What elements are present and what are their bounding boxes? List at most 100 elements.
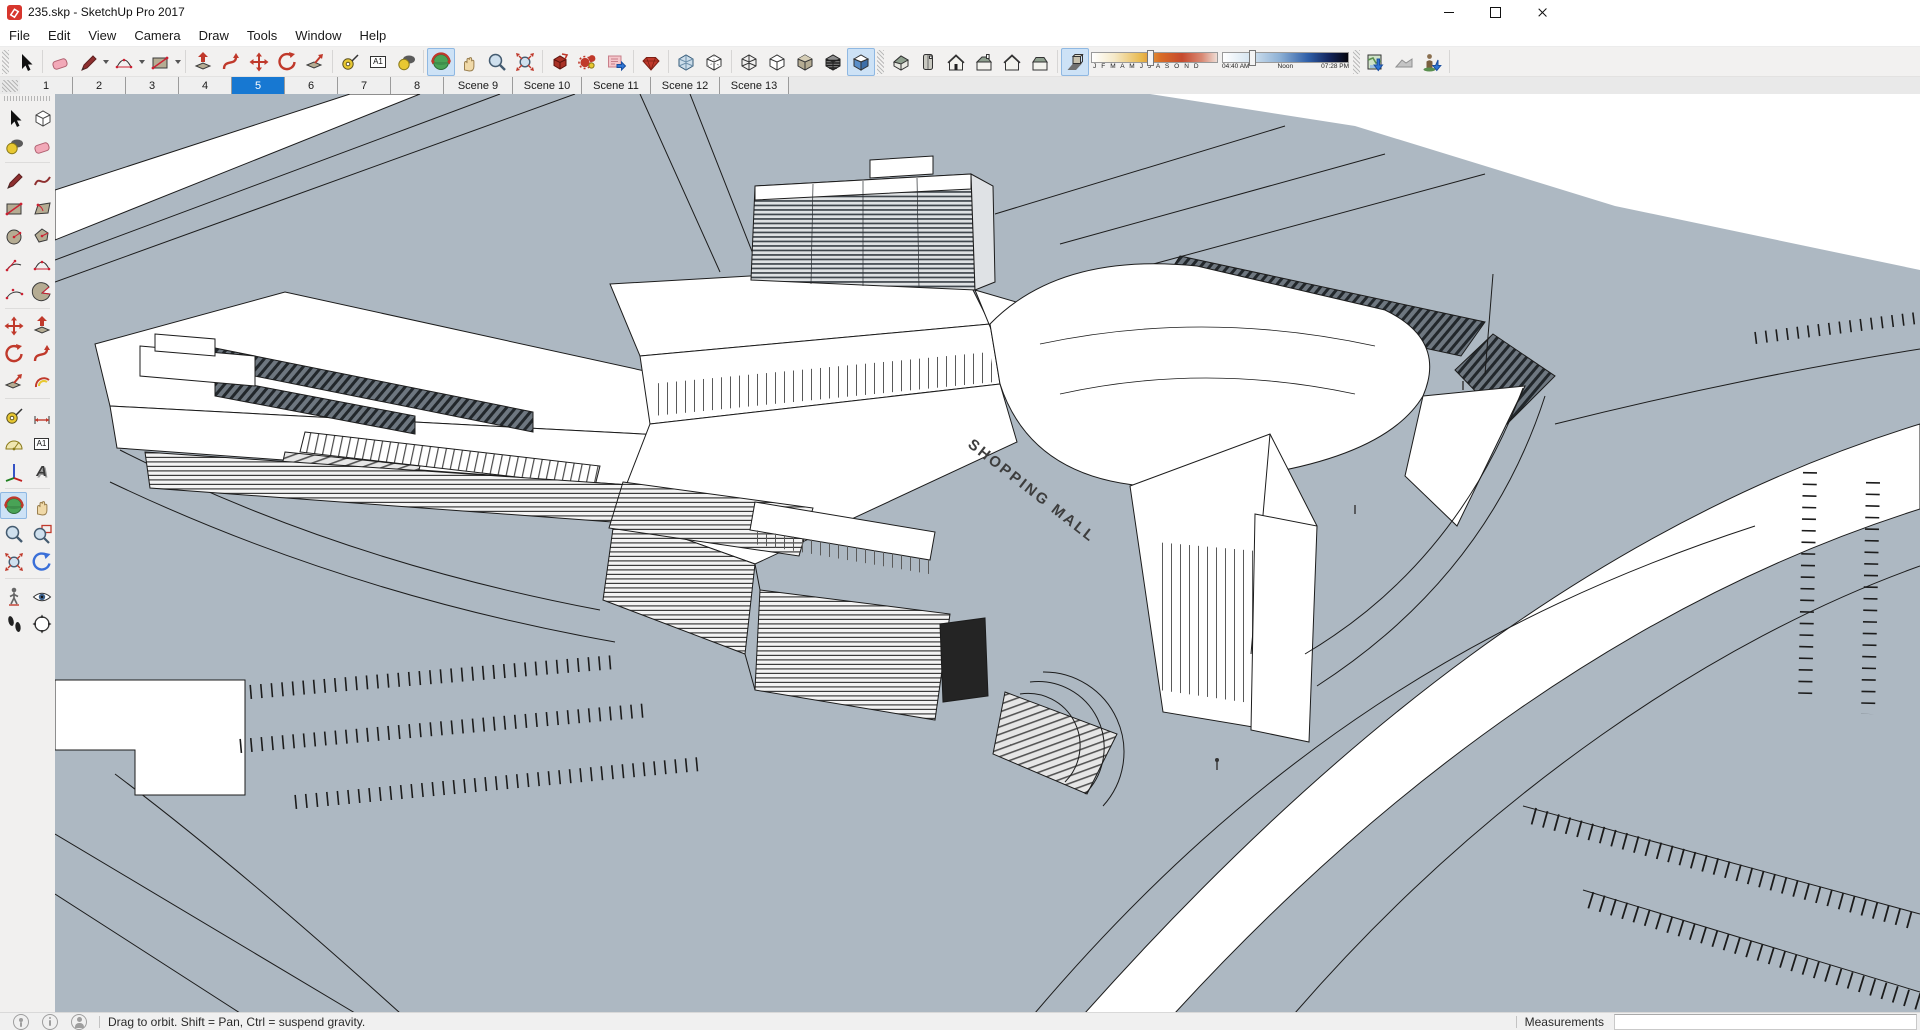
scene-tab-1[interactable]: 1 xyxy=(20,77,73,95)
orbit-tool-button[interactable] xyxy=(427,47,455,76)
scale-tool[interactable] xyxy=(0,368,27,395)
make-component-tool[interactable] xyxy=(28,104,55,131)
maximize-button[interactable] xyxy=(1472,0,1519,24)
shadow-time-handle[interactable] xyxy=(1249,50,1257,66)
monochrome-style-button[interactable] xyxy=(847,47,875,76)
paint-bucket-tool-button[interactable] xyxy=(392,48,420,76)
back-edges-style-button[interactable] xyxy=(700,48,728,76)
right-view-button[interactable] xyxy=(970,48,998,76)
text-tool[interactable]: A1 xyxy=(28,430,55,457)
left-view-button[interactable] xyxy=(1026,48,1054,76)
shadow-time-slider[interactable]: 04:40 AM Noon 07:28 PM xyxy=(1222,49,1349,75)
credits-icon[interactable] xyxy=(42,1013,58,1030)
follow-me-tool[interactable] xyxy=(28,340,55,367)
scene-tab-2[interactable]: 2 xyxy=(73,77,126,95)
scene-tab-9[interactable]: Scene 9 xyxy=(444,77,513,95)
walk-tool[interactable] xyxy=(0,610,27,637)
scene-tab-8[interactable]: 8 xyxy=(391,77,444,95)
iso-view-button[interactable] xyxy=(886,48,914,76)
axes-tool[interactable] xyxy=(0,458,27,485)
scene-tab-6[interactable]: 6 xyxy=(285,77,338,95)
shadow-date-handle[interactable] xyxy=(1147,50,1154,66)
rotate-tool-button[interactable] xyxy=(273,48,301,76)
zoom-tool[interactable] xyxy=(0,520,27,547)
shaded-style-button[interactable] xyxy=(791,48,819,76)
scene-tab-12[interactable]: Scene 12 xyxy=(651,77,720,95)
menu-file[interactable]: File xyxy=(0,24,39,46)
arc-tool[interactable] xyxy=(0,250,27,277)
ruby-console-button[interactable] xyxy=(637,48,665,76)
menu-window[interactable]: Window xyxy=(286,24,350,46)
circle-tool[interactable] xyxy=(0,222,27,249)
eraser-tool[interactable] xyxy=(28,132,55,159)
move-tool[interactable] xyxy=(0,312,27,339)
protractor-tool[interactable] xyxy=(0,430,27,457)
scene-tab-13[interactable]: Scene 13 xyxy=(720,77,789,95)
pan-tool-button[interactable] xyxy=(455,48,483,76)
menu-view[interactable]: View xyxy=(79,24,125,46)
orbit-tool[interactable] xyxy=(0,492,27,519)
back-view-button[interactable] xyxy=(998,48,1026,76)
wireframe-style-button[interactable] xyxy=(735,48,763,76)
scene-tab-3[interactable]: 3 xyxy=(126,77,179,95)
shadow-time-track[interactable] xyxy=(1222,50,1349,66)
sign-in-icon[interactable] xyxy=(71,1013,87,1030)
scene-tab-10[interactable]: Scene 10 xyxy=(513,77,582,95)
line-tool-dropdown[interactable] xyxy=(102,49,110,75)
dimension-tool[interactable] xyxy=(28,402,55,429)
model-canvas[interactable]: SHOPPING MALL xyxy=(55,94,1920,1013)
shadow-date-track[interactable] xyxy=(1091,50,1218,66)
select-tool[interactable] xyxy=(0,104,27,131)
tape-measure-tool-button[interactable] xyxy=(336,48,364,76)
top-view-button[interactable] xyxy=(914,48,942,76)
select-tool-button[interactable] xyxy=(11,48,39,76)
move-tool-button[interactable] xyxy=(245,48,273,76)
measurements-input[interactable] xyxy=(1614,1013,1917,1030)
scale-tool-button[interactable] xyxy=(301,48,329,76)
push-pull-tool-button[interactable] xyxy=(189,48,217,76)
shadow-date-slider[interactable]: J F M A M J J A S O N D xyxy=(1091,49,1218,75)
line-tool-button[interactable] xyxy=(74,48,102,76)
menu-camera[interactable]: Camera xyxy=(125,24,189,46)
rectangle-tool-button[interactable] xyxy=(146,48,174,76)
tape-measure-tool[interactable] xyxy=(0,402,27,429)
scene-tab-11[interactable]: Scene 11 xyxy=(582,77,651,95)
text-tool-button[interactable]: A1 xyxy=(364,48,392,76)
hidden-line-style-button[interactable] xyxy=(763,48,791,76)
menu-tools[interactable]: Tools xyxy=(238,24,286,46)
scene-tab-5[interactable]: 5 xyxy=(232,77,285,95)
look-around-tool[interactable] xyxy=(28,582,55,609)
toolbar-grip[interactable] xyxy=(1353,49,1360,74)
minimize-button[interactable] xyxy=(1425,0,1472,24)
zoom-extents-tool[interactable] xyxy=(0,548,27,575)
model-viewport[interactable]: SHOPPING MALL xyxy=(55,94,1920,1013)
follow-me-tool-button[interactable] xyxy=(217,48,245,76)
plugin-gears-button[interactable] xyxy=(574,48,602,76)
shaded-textures-style-button[interactable] xyxy=(819,48,847,76)
palette-grip[interactable] xyxy=(4,96,51,101)
geolocation-icon[interactable] xyxy=(13,1013,29,1030)
eraser-tool-button[interactable] xyxy=(46,48,74,76)
scene-tabs-grip[interactable] xyxy=(2,80,18,92)
zoom-extents-button[interactable] xyxy=(511,48,539,76)
push-pull-tool[interactable] xyxy=(28,312,55,339)
pan-tool[interactable] xyxy=(28,492,55,519)
zoom-tool-button[interactable] xyxy=(483,48,511,76)
toolbar-grip[interactable] xyxy=(877,49,884,74)
section-compass-tool[interactable] xyxy=(28,610,55,637)
pie-tool[interactable] xyxy=(28,278,55,305)
position-camera-tool[interactable] xyxy=(0,582,27,609)
toolbar-grip[interactable] xyxy=(2,49,9,74)
rotated-rectangle-tool[interactable] xyxy=(28,194,55,221)
toggle-terrain-button[interactable] xyxy=(1390,48,1418,76)
line-tool[interactable] xyxy=(0,166,27,193)
add-location-button[interactable] xyxy=(1362,48,1390,76)
plugin-box-button[interactable] xyxy=(546,48,574,76)
rectangle-tool-dropdown[interactable] xyxy=(174,49,182,75)
photo-textures-button[interactable] xyxy=(1418,48,1446,76)
freehand-tool[interactable] xyxy=(28,166,55,193)
menu-edit[interactable]: Edit xyxy=(39,24,79,46)
scene-tab-4[interactable]: 4 xyxy=(179,77,232,95)
paint-bucket-tool[interactable] xyxy=(0,132,27,159)
zoom-window-tool[interactable] xyxy=(28,520,55,547)
